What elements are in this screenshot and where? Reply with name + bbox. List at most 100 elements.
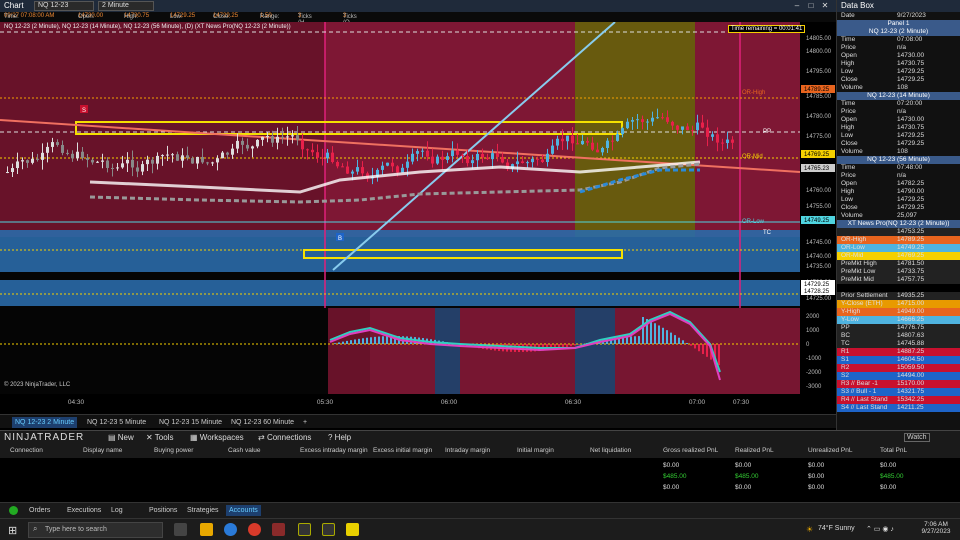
column-header[interactable]: Excess intraday margin — [300, 447, 368, 454]
chrome-icon[interactable] — [248, 523, 261, 536]
menu-connections[interactable]: ⇄ Connections — [258, 433, 311, 442]
osc-bar — [386, 336, 388, 344]
column-header[interactable]: Net liquidation — [590, 447, 631, 454]
app-icon-2[interactable] — [322, 523, 335, 536]
menu-tools[interactable]: ✕ Tools — [146, 433, 173, 442]
menu-new[interactable]: ▤ New — [108, 433, 134, 442]
column-header[interactable]: Intraday margin — [445, 447, 490, 454]
osc-bar — [366, 337, 368, 344]
tab-positions[interactable]: Positions — [146, 505, 180, 516]
edge-icon[interactable] — [224, 523, 237, 536]
instrument-selector[interactable]: NQ 12-23 — [34, 1, 94, 11]
osc-bar — [634, 336, 636, 344]
price-chart[interactable]: S B OR-High OR-Mid OR-Low PP TC 04:30 05… — [0, 22, 836, 422]
tab-log[interactable]: Log — [108, 505, 126, 516]
candle-body — [596, 149, 599, 153]
file-explorer-icon[interactable] — [200, 523, 213, 536]
tray-icons[interactable]: ⌃ ▭ ◉ ♪ — [866, 525, 894, 533]
tab-strategies[interactable]: Strategies — [184, 505, 222, 516]
bear-zone-3 — [695, 22, 800, 237]
app-icon-3[interactable] — [346, 523, 359, 536]
tab-orders[interactable]: Orders — [26, 505, 53, 516]
menu-workspaces[interactable]: ▦ Workspaces — [190, 433, 244, 442]
osc-bar — [642, 317, 644, 344]
candle-body — [66, 152, 69, 154]
candle-body — [671, 121, 674, 126]
ninjatrader-logo: NINJATRADER — [4, 432, 85, 443]
candle-body — [436, 156, 439, 164]
candle-body — [306, 149, 309, 151]
add-tab-button[interactable]: + — [300, 417, 310, 428]
tab-60-minute[interactable]: NQ 12-23 60 Minute — [228, 417, 297, 428]
candle-body — [241, 140, 244, 145]
candle-body — [6, 171, 9, 173]
clock[interactable]: 7:06 AM 9/27/2023 — [916, 521, 956, 535]
windows-start-icon[interactable]: ⊞ — [8, 524, 17, 537]
databox-row: Price n/a — [841, 44, 907, 51]
pnl-cell: $0.00 — [880, 462, 897, 469]
candle-body — [76, 151, 79, 159]
candle-body — [356, 167, 359, 172]
candle-body — [591, 142, 594, 150]
osc-bar — [670, 332, 672, 344]
timeframe-selector[interactable]: 2 Minute — [98, 1, 154, 11]
column-header[interactable]: Buying power — [154, 447, 193, 454]
price-tick-label: 14800.00 — [806, 49, 832, 55]
price-marker-label: 14769.25 — [804, 152, 830, 158]
candle-body — [656, 117, 659, 119]
weather-icon: ☀ — [806, 525, 814, 534]
tab-executions[interactable]: Executions — [64, 505, 104, 516]
app-icon[interactable] — [298, 523, 311, 536]
databox-row: High 14730.75 — [841, 124, 925, 131]
column-header[interactable]: Cash value — [228, 447, 261, 454]
column-header[interactable]: Connection — [10, 447, 43, 454]
osc-bar — [658, 325, 660, 344]
bear-zone-2 — [325, 22, 575, 237]
tab-5-minute[interactable]: NQ 12-23 5 Minute — [84, 417, 149, 428]
column-header[interactable]: Total PnL — [880, 447, 907, 454]
candle-body — [501, 156, 504, 163]
chart-canvas[interactable]: S B OR-High OR-Mid OR-Low PP TC 04:30 05… — [0, 22, 836, 414]
column-header[interactable]: Excess initial margin — [373, 447, 432, 454]
menu-help[interactable]: ? Help — [328, 433, 351, 442]
candle-body — [141, 164, 144, 172]
column-header[interactable]: Display name — [83, 447, 122, 454]
candle-body — [341, 166, 344, 168]
weather-text[interactable]: 74°F Sunny — [818, 525, 855, 532]
task-view-icon[interactable] — [174, 523, 187, 536]
candle-body — [11, 168, 14, 172]
price-tick-label: 14760.00 — [806, 188, 832, 194]
tab-15-minute[interactable]: NQ 12-23 15 Minute — [156, 417, 225, 428]
connection-status-icon — [9, 506, 18, 515]
tab-2-minute[interactable]: NQ 12-23 2 Minute — [12, 417, 78, 428]
candle-body — [21, 160, 24, 162]
candle-body — [606, 140, 609, 148]
column-header[interactable]: Initial margin — [517, 447, 554, 454]
osc-bar — [682, 340, 684, 344]
candle-body — [56, 142, 59, 145]
candle-body — [391, 162, 394, 167]
minimize-icon[interactable]: – — [792, 1, 802, 11]
databox-row: Open 14730.00 — [841, 116, 925, 123]
candle-body — [696, 122, 699, 131]
osc-bar — [358, 338, 360, 344]
databox-row: Volume 108 — [841, 84, 908, 91]
ninjatrader-icon[interactable] — [272, 523, 285, 536]
column-header[interactable]: Gross realized PnL — [663, 447, 718, 454]
column-header[interactable]: Realized PnL — [735, 447, 774, 454]
taskbar-search[interactable]: Type here to search — [28, 522, 163, 538]
close-icon[interactable]: ✕ — [820, 1, 830, 11]
price-marker-label: 14765.23 — [804, 166, 830, 172]
osc-bar — [574, 344, 576, 346]
osc-bar — [382, 336, 384, 344]
candle-body — [46, 146, 49, 153]
watch-button[interactable]: Watch — [904, 433, 930, 442]
candle-body — [636, 119, 639, 121]
pnl-cell: $485.00 — [880, 473, 904, 480]
candle-body — [541, 159, 544, 163]
maximize-icon[interactable]: □ — [806, 1, 816, 11]
databox-row: High 14730.75 — [841, 60, 925, 67]
tab-accounts[interactable]: Accounts — [226, 505, 261, 516]
candle-body — [266, 136, 269, 138]
column-header[interactable]: Unrealized PnL — [808, 447, 852, 454]
